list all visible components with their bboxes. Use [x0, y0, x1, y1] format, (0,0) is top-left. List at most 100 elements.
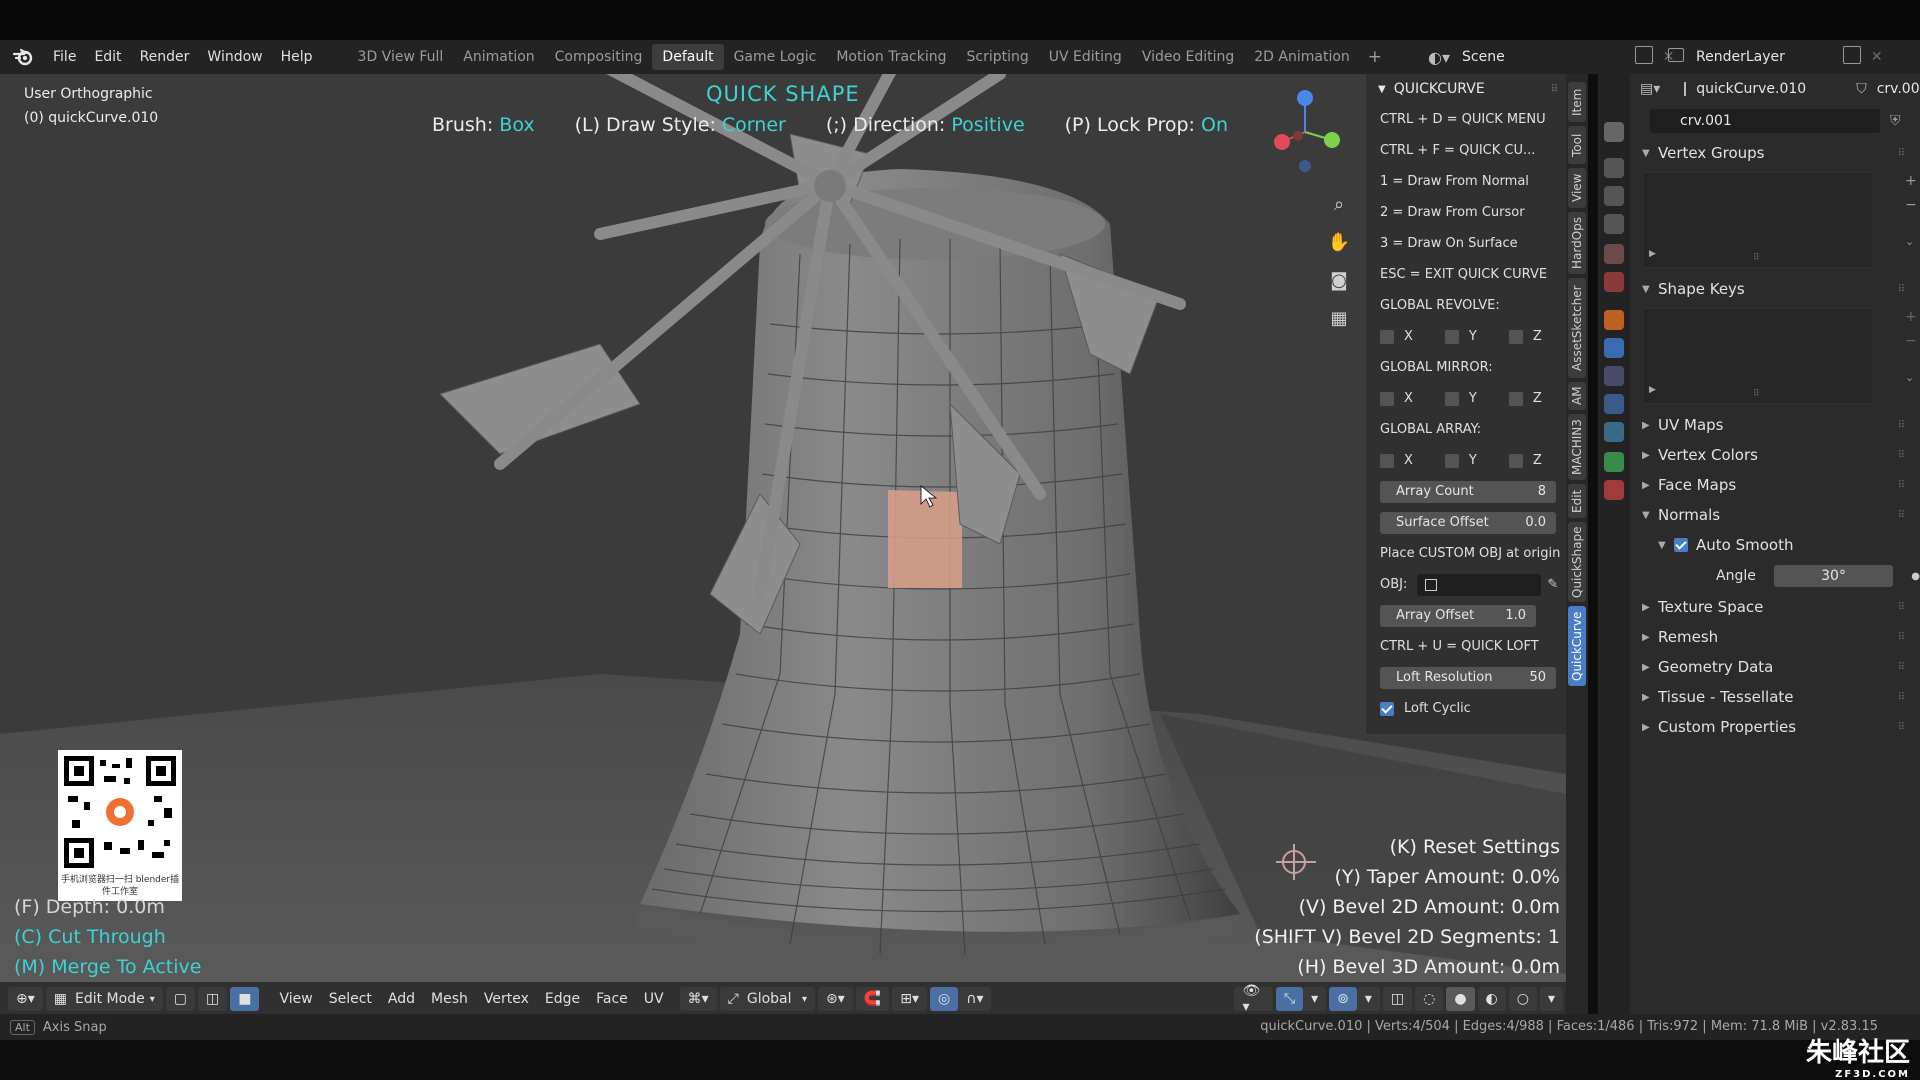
data-tab-icon[interactable]	[1604, 452, 1624, 472]
proportional-edit-icon[interactable]: ◎	[929, 987, 959, 1011]
tab-3d-view-full[interactable]: 3D View Full	[348, 44, 454, 70]
remove-shape-key-icon[interactable]: −	[1905, 333, 1917, 349]
scene-name[interactable]: Scene	[1462, 49, 1505, 65]
output-tab-icon[interactable]	[1604, 186, 1624, 206]
vertex-groups-section[interactable]: ▼ Vertex Groups ⠿	[1630, 138, 1920, 168]
shape-keys-list[interactable]: ▶ ⠿ + − ⌄	[1642, 308, 1917, 404]
vtab-assetsketcher[interactable]: AssetSketcher	[1568, 278, 1586, 378]
menu-edit[interactable]: Edit	[85, 49, 130, 65]
wireframe-shading-icon[interactable]: ◌	[1415, 987, 1444, 1011]
vtab-machin3[interactable]: MACHIN3	[1568, 414, 1586, 480]
grid-view-icon[interactable]: ▦	[1326, 306, 1352, 332]
solid-shading-icon[interactable]: ●	[1446, 987, 1475, 1011]
menu-view[interactable]: View	[271, 987, 320, 1011]
editor-type-button[interactable]: ⊕▾	[8, 987, 43, 1011]
gizmo-menu-icon[interactable]: ▾	[1303, 987, 1327, 1011]
add-workspace-button[interactable]: +	[1360, 47, 1390, 67]
scene-selector[interactable]: ◐▾ Scene ✕	[1428, 40, 1674, 74]
tab-default[interactable]: Default	[652, 44, 724, 70]
3d-viewport[interactable]: User Orthographic (0) quickCurve.010 QUI…	[0, 74, 1566, 1014]
tissue-tessellate-section[interactable]: ▶ Tissue - Tessellate ⠿	[1630, 682, 1920, 712]
menu-uv[interactable]: UV	[636, 987, 672, 1011]
menu-select[interactable]: Select	[321, 987, 380, 1011]
face-select-mode-icon[interactable]: ■	[230, 987, 260, 1011]
view-layer-tab-icon[interactable]	[1604, 214, 1624, 234]
angle-field[interactable]: 30°	[1773, 565, 1894, 587]
overlay-menu-icon[interactable]: ▾	[1356, 987, 1380, 1011]
blender-logo-icon[interactable]	[12, 46, 34, 68]
snap-toggle-icon[interactable]: 🧲	[855, 987, 890, 1011]
custom-properties-section[interactable]: ▶ Custom Properties ⠿	[1630, 712, 1920, 742]
menu-window[interactable]: Window	[198, 49, 271, 65]
vtab-quickcurve[interactable]: QuickCurve	[1568, 606, 1586, 686]
array-x-checkbox[interactable]: X	[1380, 453, 1413, 468]
normals-section[interactable]: ▼ Normals ⠿	[1630, 500, 1920, 530]
menu-file[interactable]: File	[44, 49, 85, 65]
shape-keys-section[interactable]: ▼ Shape Keys ⠿	[1630, 274, 1920, 304]
data-name-field[interactable]: crv.001	[1650, 109, 1880, 133]
vtab-quickshape[interactable]: QuickShape	[1568, 522, 1586, 602]
fake-user-shield-icon[interactable]: ⛨	[1890, 113, 1901, 129]
new-render-layer-icon[interactable]	[1842, 46, 1861, 68]
menu-render[interactable]: Render	[131, 49, 199, 65]
vtab-hardops[interactable]: HardOps	[1568, 212, 1586, 274]
pivot-point-icon[interactable]: ⌘▾	[679, 987, 717, 1011]
loft-resolution-field[interactable]: Loft Resolution 50	[1380, 666, 1556, 689]
collapse-arrow-icon[interactable]: ▼	[1378, 84, 1386, 95]
material-shading-icon[interactable]: ◐	[1477, 987, 1506, 1011]
zoom-icon[interactable]: ⌕	[1326, 192, 1352, 218]
tab-compositing[interactable]: Compositing	[545, 44, 653, 70]
vtab-am[interactable]: AM	[1568, 382, 1586, 410]
menu-mesh[interactable]: Mesh	[423, 987, 476, 1011]
object-tab-icon[interactable]	[1604, 310, 1624, 330]
edge-select-mode-icon[interactable]: ◫	[198, 987, 228, 1011]
modifier-tab-icon[interactable]	[1604, 338, 1624, 358]
render-layer-selector[interactable]: RenderLayer ✕	[1668, 40, 1883, 74]
xray-toggle-icon[interactable]: ◫	[1382, 987, 1413, 1011]
tab-animation[interactable]: Animation	[453, 44, 544, 70]
tab-uv-editing[interactable]: UV Editing	[1039, 44, 1132, 70]
menu-add[interactable]: Add	[380, 987, 423, 1011]
face-maps-section[interactable]: ▶ Face Maps ⠿	[1630, 470, 1920, 500]
quickcurve-panel-header[interactable]: ▼ QUICKCURVE ⠿	[1366, 74, 1566, 104]
remove-render-layer-icon[interactable]: ✕	[1871, 49, 1883, 65]
physics-tab-icon[interactable]	[1604, 394, 1624, 414]
editor-type-icon[interactable]: ▤▾	[1640, 81, 1660, 97]
tab-2d-animation[interactable]: 2D Animation	[1244, 44, 1360, 70]
vtab-tool[interactable]: Tool	[1568, 126, 1586, 164]
menu-edge[interactable]: Edge	[537, 987, 588, 1011]
keyframe-dot-icon[interactable]: ●	[1911, 571, 1920, 582]
add-shape-key-icon[interactable]: +	[1905, 309, 1917, 325]
geometry-data-section[interactable]: ▶ Geometry Data ⠿	[1630, 652, 1920, 682]
remove-vertex-group-icon[interactable]: −	[1905, 197, 1917, 213]
array-count-field[interactable]: Array Count 8	[1380, 480, 1556, 503]
tab-game-logic[interactable]: Game Logic	[724, 44, 827, 70]
mirror-y-checkbox[interactable]: Y	[1444, 391, 1477, 406]
pan-hand-icon[interactable]: ✋	[1326, 230, 1352, 256]
tab-scripting[interactable]: Scripting	[957, 44, 1039, 70]
navigation-gizmo[interactable]	[1260, 84, 1344, 174]
list-resize-grip-icon[interactable]: ⠿	[1753, 389, 1760, 399]
menu-vertex[interactable]: Vertex	[476, 987, 537, 1011]
snap-target-icon[interactable]: ⊞▾	[892, 987, 927, 1011]
pivot-selector-icon[interactable]: ⊛▾	[818, 987, 853, 1011]
revolve-z-checkbox[interactable]: Z	[1508, 329, 1542, 344]
scene-tab-icon[interactable]	[1604, 244, 1624, 264]
render-tab-icon[interactable]	[1604, 158, 1624, 178]
remesh-section[interactable]: ▶ Remesh ⠿	[1630, 622, 1920, 652]
mirror-z-checkbox[interactable]: Z	[1508, 391, 1542, 406]
uv-maps-section[interactable]: ▶ UV Maps ⠿	[1630, 410, 1920, 440]
tab-video-editing[interactable]: Video Editing	[1132, 44, 1244, 70]
menu-help[interactable]: Help	[272, 49, 322, 65]
auto-smooth-checkbox[interactable]	[1674, 538, 1688, 552]
vtab-item[interactable]: Item	[1568, 82, 1586, 122]
vertex-colors-section[interactable]: ▶ Vertex Colors ⠿	[1630, 440, 1920, 470]
shading-menu-icon[interactable]: ▾	[1539, 987, 1563, 1011]
list-expand-icon[interactable]: ▶	[1649, 385, 1656, 395]
vtab-edit[interactable]: Edit	[1568, 484, 1586, 518]
overlay-toggle-icon[interactable]: ⊚	[1329, 987, 1357, 1011]
constraints-tab-icon[interactable]	[1604, 422, 1624, 442]
mode-selector[interactable]: ▦ Edit Mode ▾	[45, 987, 163, 1011]
list-resize-grip-icon[interactable]: ⠿	[1753, 253, 1760, 263]
gizmo-toggle-icon[interactable]: ⤡	[1275, 987, 1304, 1011]
